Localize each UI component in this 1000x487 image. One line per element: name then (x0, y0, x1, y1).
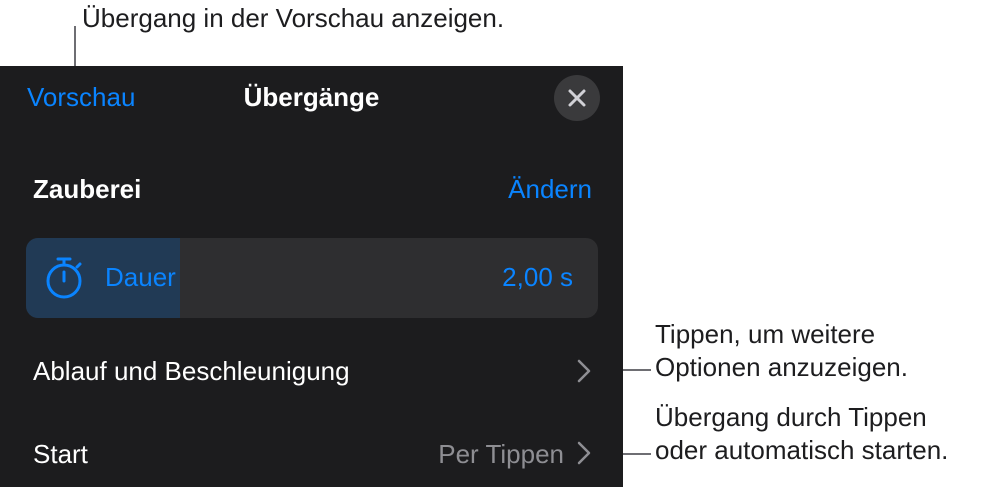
transition-name: Zauberei (33, 174, 142, 204)
duration-value: 2,00 s (502, 262, 573, 292)
callout-start: Übergang durch Tippen oder automatisch s… (655, 402, 949, 465)
start-row[interactable]: Start Per Tippen (0, 421, 623, 487)
chevron-right-icon (577, 359, 591, 383)
callout-options: Tippen, um weitere Optionen anzuzeigen. (655, 319, 908, 382)
transitions-panel: Vorschau Übergänge Zauberei Ändern Dauer… (0, 66, 623, 487)
stopwatch-icon (43, 256, 85, 305)
duration-slider[interactable]: Dauer 2,00 s (26, 238, 598, 318)
chevron-right-icon (577, 441, 591, 465)
start-row-label: Start (33, 439, 88, 469)
callout-preview: Übergang in der Vorschau anzeigen. (82, 3, 505, 33)
close-button[interactable] (554, 75, 600, 121)
preview-button[interactable]: Vorschau (27, 82, 135, 113)
close-icon (568, 89, 586, 107)
duration-label: Dauer (105, 262, 176, 292)
options-row-label: Ablauf und Beschleunigung (33, 356, 350, 386)
change-button[interactable]: Ändern (508, 174, 592, 205)
options-row[interactable]: Ablauf und Beschleunigung (0, 336, 623, 406)
start-row-value: Per Tippen (438, 439, 564, 469)
